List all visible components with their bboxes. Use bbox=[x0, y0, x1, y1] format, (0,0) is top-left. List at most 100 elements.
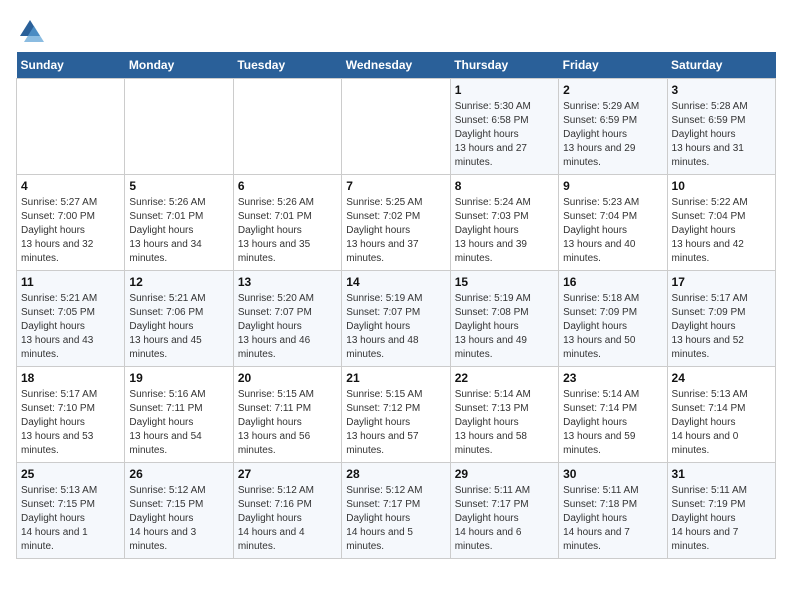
day-info: Sunrise: 5:11 AM Sunset: 7:19 PM Dayligh… bbox=[672, 484, 771, 554]
day-number: 28 bbox=[346, 467, 445, 481]
day-number: 11 bbox=[21, 275, 120, 289]
day-info: Sunrise: 5:14 AM Sunset: 7:13 PM Dayligh… bbox=[455, 388, 554, 458]
day-number: 7 bbox=[346, 179, 445, 193]
day-number: 26 bbox=[129, 467, 228, 481]
day-info: Sunrise: 5:21 AM Sunset: 7:06 PM Dayligh… bbox=[129, 292, 228, 362]
day-number: 30 bbox=[563, 467, 662, 481]
day-cell: 25 Sunrise: 5:13 AM Sunset: 7:15 PM Dayl… bbox=[17, 463, 125, 559]
day-cell: 27 Sunrise: 5:12 AM Sunset: 7:16 PM Dayl… bbox=[233, 463, 341, 559]
day-cell: 23 Sunrise: 5:14 AM Sunset: 7:14 PM Dayl… bbox=[559, 367, 667, 463]
page-header bbox=[16, 16, 776, 44]
day-cell: 22 Sunrise: 5:14 AM Sunset: 7:13 PM Dayl… bbox=[450, 367, 558, 463]
day-info: Sunrise: 5:29 AM Sunset: 6:59 PM Dayligh… bbox=[563, 100, 662, 170]
day-number: 1 bbox=[455, 83, 554, 97]
day-info: Sunrise: 5:12 AM Sunset: 7:16 PM Dayligh… bbox=[238, 484, 337, 554]
day-info: Sunrise: 5:26 AM Sunset: 7:01 PM Dayligh… bbox=[238, 196, 337, 266]
day-info: Sunrise: 5:22 AM Sunset: 7:04 PM Dayligh… bbox=[672, 196, 771, 266]
day-cell: 9 Sunrise: 5:23 AM Sunset: 7:04 PM Dayli… bbox=[559, 175, 667, 271]
day-cell: 18 Sunrise: 5:17 AM Sunset: 7:10 PM Dayl… bbox=[17, 367, 125, 463]
day-cell: 12 Sunrise: 5:21 AM Sunset: 7:06 PM Dayl… bbox=[125, 271, 233, 367]
day-number: 4 bbox=[21, 179, 120, 193]
day-cell: 7 Sunrise: 5:25 AM Sunset: 7:02 PM Dayli… bbox=[342, 175, 450, 271]
weekday-header-saturday: Saturday bbox=[667, 52, 775, 79]
weekday-header-thursday: Thursday bbox=[450, 52, 558, 79]
logo-icon bbox=[16, 16, 44, 44]
day-number: 15 bbox=[455, 275, 554, 289]
day-info: Sunrise: 5:26 AM Sunset: 7:01 PM Dayligh… bbox=[129, 196, 228, 266]
day-cell: 6 Sunrise: 5:26 AM Sunset: 7:01 PM Dayli… bbox=[233, 175, 341, 271]
day-info: Sunrise: 5:15 AM Sunset: 7:12 PM Dayligh… bbox=[346, 388, 445, 458]
day-info: Sunrise: 5:13 AM Sunset: 7:15 PM Dayligh… bbox=[21, 484, 120, 554]
day-number: 2 bbox=[563, 83, 662, 97]
day-info: Sunrise: 5:18 AM Sunset: 7:09 PM Dayligh… bbox=[563, 292, 662, 362]
day-info: Sunrise: 5:17 AM Sunset: 7:09 PM Dayligh… bbox=[672, 292, 771, 362]
day-cell: 28 Sunrise: 5:12 AM Sunset: 7:17 PM Dayl… bbox=[342, 463, 450, 559]
day-number: 18 bbox=[21, 371, 120, 385]
day-number: 21 bbox=[346, 371, 445, 385]
day-cell: 20 Sunrise: 5:15 AM Sunset: 7:11 PM Dayl… bbox=[233, 367, 341, 463]
weekday-header-tuesday: Tuesday bbox=[233, 52, 341, 79]
day-cell: 16 Sunrise: 5:18 AM Sunset: 7:09 PM Dayl… bbox=[559, 271, 667, 367]
day-info: Sunrise: 5:12 AM Sunset: 7:17 PM Dayligh… bbox=[346, 484, 445, 554]
day-info: Sunrise: 5:12 AM Sunset: 7:15 PM Dayligh… bbox=[129, 484, 228, 554]
day-cell: 11 Sunrise: 5:21 AM Sunset: 7:05 PM Dayl… bbox=[17, 271, 125, 367]
day-number: 22 bbox=[455, 371, 554, 385]
day-number: 24 bbox=[672, 371, 771, 385]
day-number: 25 bbox=[21, 467, 120, 481]
day-info: Sunrise: 5:19 AM Sunset: 7:07 PM Dayligh… bbox=[346, 292, 445, 362]
day-number: 8 bbox=[455, 179, 554, 193]
day-number: 29 bbox=[455, 467, 554, 481]
day-info: Sunrise: 5:11 AM Sunset: 7:18 PM Dayligh… bbox=[563, 484, 662, 554]
day-info: Sunrise: 5:28 AM Sunset: 6:59 PM Dayligh… bbox=[672, 100, 771, 170]
day-cell: 10 Sunrise: 5:22 AM Sunset: 7:04 PM Dayl… bbox=[667, 175, 775, 271]
day-cell bbox=[17, 79, 125, 175]
day-number: 17 bbox=[672, 275, 771, 289]
day-cell: 31 Sunrise: 5:11 AM Sunset: 7:19 PM Dayl… bbox=[667, 463, 775, 559]
day-number: 12 bbox=[129, 275, 228, 289]
day-number: 3 bbox=[672, 83, 771, 97]
day-cell: 21 Sunrise: 5:15 AM Sunset: 7:12 PM Dayl… bbox=[342, 367, 450, 463]
day-number: 27 bbox=[238, 467, 337, 481]
day-cell bbox=[125, 79, 233, 175]
day-number: 10 bbox=[672, 179, 771, 193]
day-info: Sunrise: 5:16 AM Sunset: 7:11 PM Dayligh… bbox=[129, 388, 228, 458]
day-cell: 1 Sunrise: 5:30 AM Sunset: 6:58 PM Dayli… bbox=[450, 79, 558, 175]
week-row-3: 11 Sunrise: 5:21 AM Sunset: 7:05 PM Dayl… bbox=[17, 271, 776, 367]
day-cell: 15 Sunrise: 5:19 AM Sunset: 7:08 PM Dayl… bbox=[450, 271, 558, 367]
day-info: Sunrise: 5:23 AM Sunset: 7:04 PM Dayligh… bbox=[563, 196, 662, 266]
day-number: 14 bbox=[346, 275, 445, 289]
day-info: Sunrise: 5:25 AM Sunset: 7:02 PM Dayligh… bbox=[346, 196, 445, 266]
calendar-table: SundayMondayTuesdayWednesdayThursdayFrid… bbox=[16, 52, 776, 559]
day-cell: 13 Sunrise: 5:20 AM Sunset: 7:07 PM Dayl… bbox=[233, 271, 341, 367]
day-info: Sunrise: 5:21 AM Sunset: 7:05 PM Dayligh… bbox=[21, 292, 120, 362]
calendar-body: 1 Sunrise: 5:30 AM Sunset: 6:58 PM Dayli… bbox=[17, 79, 776, 559]
day-cell: 29 Sunrise: 5:11 AM Sunset: 7:17 PM Dayl… bbox=[450, 463, 558, 559]
calendar-header: SundayMondayTuesdayWednesdayThursdayFrid… bbox=[17, 52, 776, 79]
day-number: 20 bbox=[238, 371, 337, 385]
week-row-5: 25 Sunrise: 5:13 AM Sunset: 7:15 PM Dayl… bbox=[17, 463, 776, 559]
day-cell bbox=[342, 79, 450, 175]
day-info: Sunrise: 5:17 AM Sunset: 7:10 PM Dayligh… bbox=[21, 388, 120, 458]
day-info: Sunrise: 5:19 AM Sunset: 7:08 PM Dayligh… bbox=[455, 292, 554, 362]
day-cell: 2 Sunrise: 5:29 AM Sunset: 6:59 PM Dayli… bbox=[559, 79, 667, 175]
day-info: Sunrise: 5:11 AM Sunset: 7:17 PM Dayligh… bbox=[455, 484, 554, 554]
weekday-header-friday: Friday bbox=[559, 52, 667, 79]
day-cell bbox=[233, 79, 341, 175]
day-info: Sunrise: 5:14 AM Sunset: 7:14 PM Dayligh… bbox=[563, 388, 662, 458]
day-cell: 19 Sunrise: 5:16 AM Sunset: 7:11 PM Dayl… bbox=[125, 367, 233, 463]
logo bbox=[16, 16, 46, 44]
day-number: 16 bbox=[563, 275, 662, 289]
day-number: 19 bbox=[129, 371, 228, 385]
day-cell: 8 Sunrise: 5:24 AM Sunset: 7:03 PM Dayli… bbox=[450, 175, 558, 271]
day-cell: 5 Sunrise: 5:26 AM Sunset: 7:01 PM Dayli… bbox=[125, 175, 233, 271]
day-cell: 17 Sunrise: 5:17 AM Sunset: 7:09 PM Dayl… bbox=[667, 271, 775, 367]
day-info: Sunrise: 5:30 AM Sunset: 6:58 PM Dayligh… bbox=[455, 100, 554, 170]
week-row-4: 18 Sunrise: 5:17 AM Sunset: 7:10 PM Dayl… bbox=[17, 367, 776, 463]
day-cell: 24 Sunrise: 5:13 AM Sunset: 7:14 PM Dayl… bbox=[667, 367, 775, 463]
weekday-header-monday: Monday bbox=[125, 52, 233, 79]
day-number: 6 bbox=[238, 179, 337, 193]
week-row-1: 1 Sunrise: 5:30 AM Sunset: 6:58 PM Dayli… bbox=[17, 79, 776, 175]
day-info: Sunrise: 5:24 AM Sunset: 7:03 PM Dayligh… bbox=[455, 196, 554, 266]
weekday-row: SundayMondayTuesdayWednesdayThursdayFrid… bbox=[17, 52, 776, 79]
day-cell: 30 Sunrise: 5:11 AM Sunset: 7:18 PM Dayl… bbox=[559, 463, 667, 559]
